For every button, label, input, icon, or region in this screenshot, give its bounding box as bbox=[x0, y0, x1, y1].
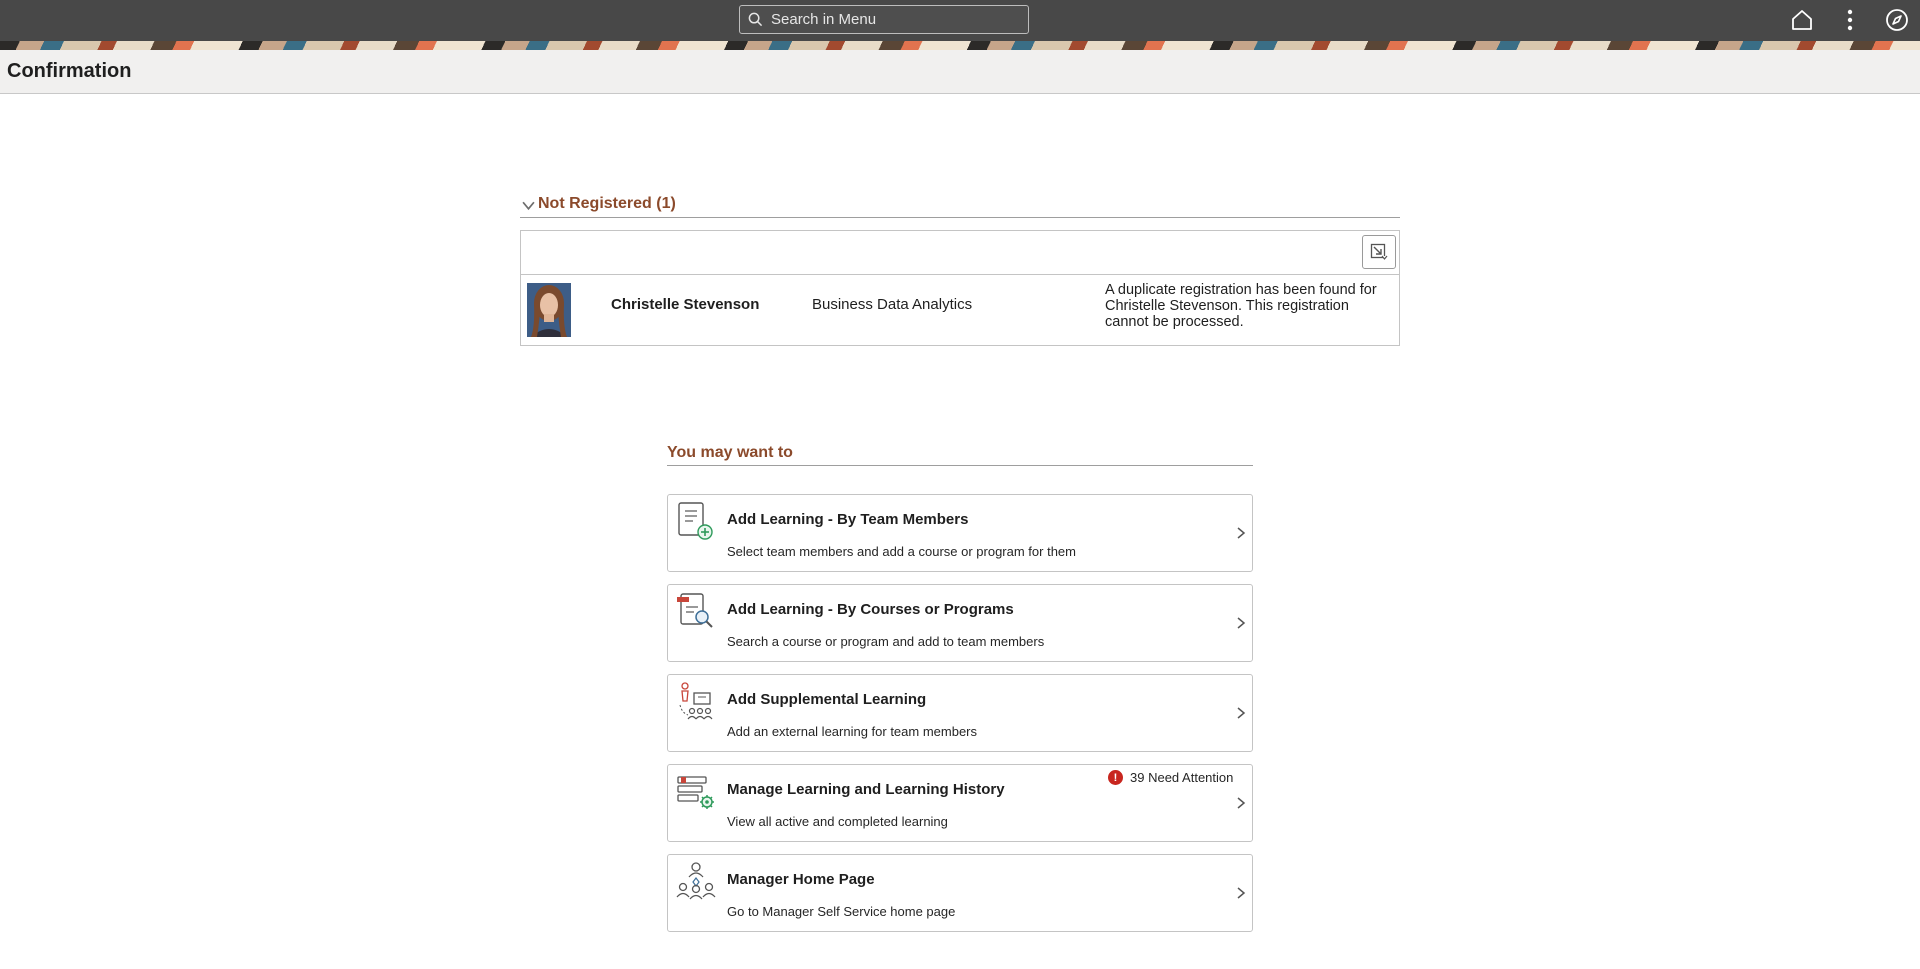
title-bar: Confirmation bbox=[0, 50, 1920, 94]
tile-title: Manage Learning and Learning History bbox=[727, 781, 1005, 798]
supplemental-learning-icon bbox=[679, 682, 713, 720]
tile-description: Go to Manager Self Service home page bbox=[727, 904, 956, 919]
not-registered-title[interactable]: Not Registered (1) bbox=[538, 195, 676, 213]
search-icon bbox=[748, 12, 763, 27]
export-icon bbox=[1370, 243, 1388, 260]
tile-add-supplemental-learning[interactable]: Add Supplemental Learning Add an externa… bbox=[667, 674, 1253, 752]
tile-add-learning-courses[interactable]: Add Learning - By Courses or Programs Se… bbox=[667, 584, 1253, 662]
attention-badge: ! 39 Need Attention bbox=[1108, 770, 1233, 785]
tile-description: Select team members and add a course or … bbox=[727, 544, 1076, 559]
search-courses-icon bbox=[677, 593, 713, 628]
course-name: Business Data Analytics bbox=[812, 296, 973, 313]
you-may-want-to-header: You may want to bbox=[667, 444, 1253, 466]
tile-add-learning-team-members[interactable]: Add Learning - By Team Members Select te… bbox=[667, 494, 1253, 572]
search-box[interactable] bbox=[739, 5, 1029, 34]
tile-description: Add an external learning for team member… bbox=[727, 724, 978, 739]
you-may-want-to-title: You may want to bbox=[667, 444, 793, 461]
banner-pattern-strip bbox=[0, 41, 1920, 50]
page-title: Confirmation bbox=[7, 60, 132, 82]
search-input[interactable] bbox=[769, 10, 1013, 29]
avatar bbox=[527, 283, 571, 337]
tile-manager-home-page[interactable]: Manager Home Page Go to Manager Self Ser… bbox=[667, 854, 1253, 932]
tile-description: View all active and completed learning bbox=[727, 814, 948, 829]
not-registered-grid: Christelle Stevenson Business Data Analy… bbox=[520, 230, 1400, 346]
chevron-right-icon bbox=[1237, 887, 1246, 899]
chevron-right-icon bbox=[1237, 707, 1246, 719]
chevron-right-icon bbox=[1237, 797, 1246, 809]
tile-title: Add Learning - By Team Members bbox=[727, 511, 969, 528]
manage-learning-icon bbox=[677, 776, 714, 809]
top-banner bbox=[0, 0, 1920, 41]
tile-manage-learning-history[interactable]: Manage Learning and Learning History Vie… bbox=[667, 764, 1253, 842]
manager-team-icon bbox=[676, 862, 716, 900]
add-learning-team-icon bbox=[678, 502, 713, 540]
grid-toolbar bbox=[521, 231, 1399, 275]
not-registered-header[interactable]: Not Registered (1) bbox=[520, 195, 1400, 218]
tile-title: Manager Home Page bbox=[727, 871, 875, 888]
home-icon[interactable] bbox=[1790, 8, 1814, 32]
chevron-down-icon[interactable] bbox=[522, 199, 535, 212]
chevron-right-icon bbox=[1237, 527, 1246, 539]
chevron-right-icon bbox=[1237, 617, 1246, 629]
tile-title: Add Supplemental Learning bbox=[727, 691, 927, 708]
navbar-compass-icon[interactable] bbox=[1885, 8, 1909, 32]
error-message: A duplicate registration has been found … bbox=[1105, 282, 1377, 330]
tile-description: Search a course or program and add to te… bbox=[727, 634, 1045, 649]
person-name: Christelle Stevenson bbox=[611, 296, 760, 313]
export-button[interactable] bbox=[1362, 235, 1396, 269]
attention-count-label: 39 Need Attention bbox=[1130, 770, 1234, 785]
actions-menu-icon[interactable] bbox=[1838, 8, 1862, 32]
tile-title: Add Learning - By Courses or Programs bbox=[727, 601, 1014, 618]
alert-icon: ! bbox=[1108, 770, 1123, 785]
table-row: Christelle Stevenson Business Data Analy… bbox=[521, 275, 1399, 345]
